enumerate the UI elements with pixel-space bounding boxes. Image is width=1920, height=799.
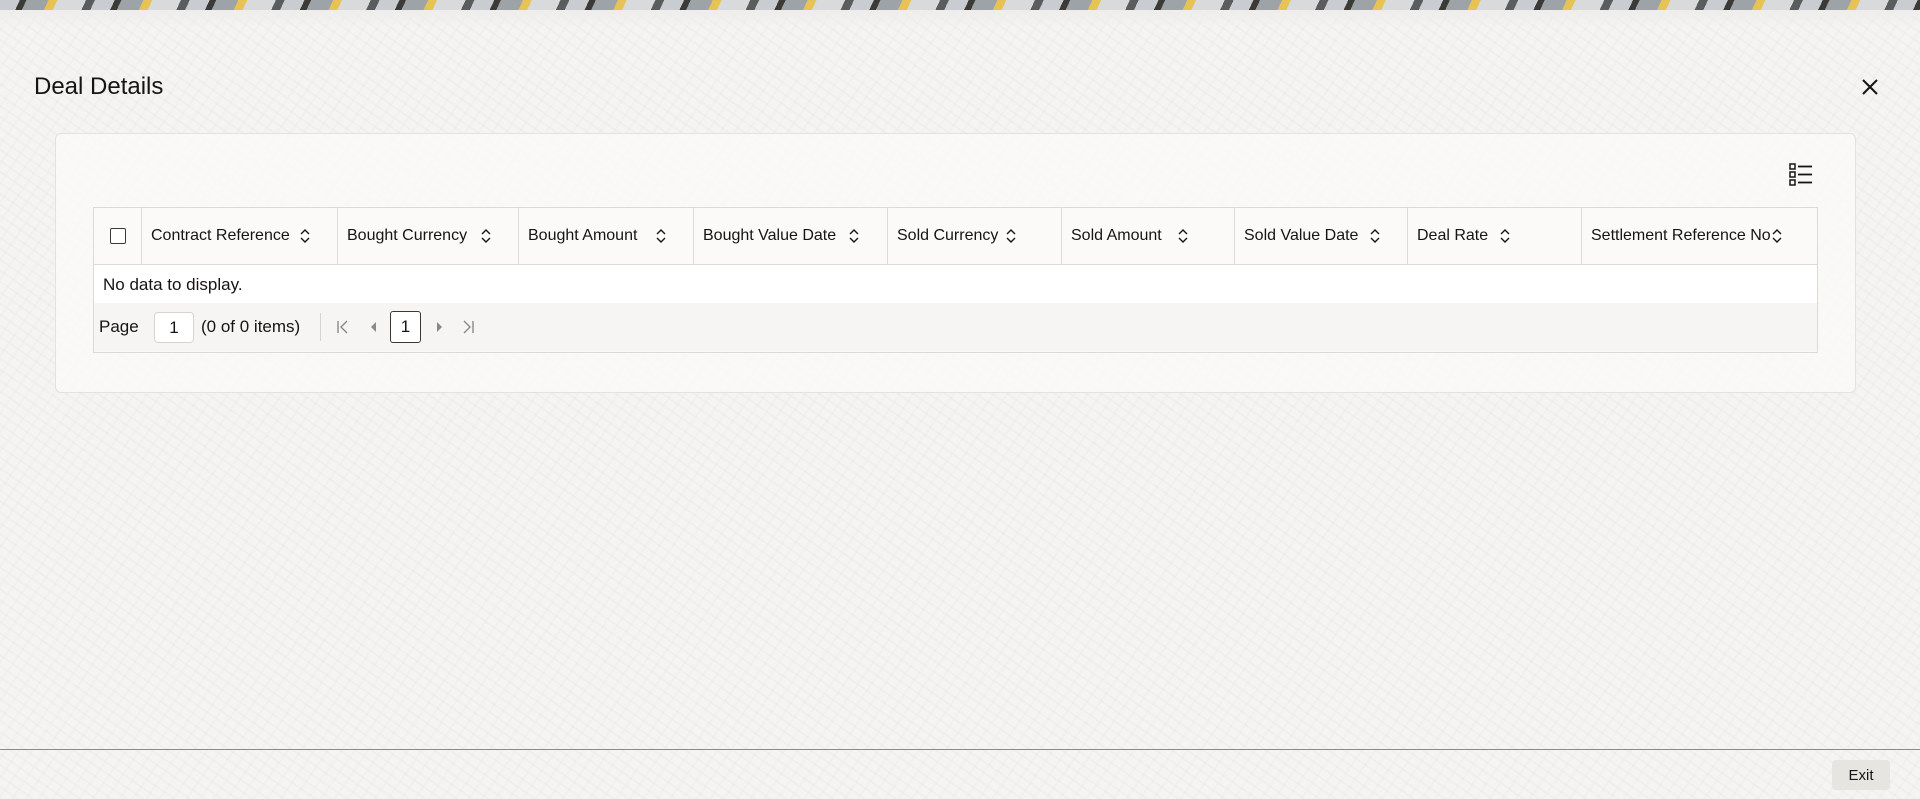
header-banner	[0, 0, 1920, 10]
column-header-sold-amount[interactable]: Sold Amount	[1062, 208, 1235, 264]
sort-icon[interactable]	[298, 227, 312, 245]
dialog-title: Deal Details	[34, 73, 164, 100]
column-label: Sold Amount	[1071, 227, 1162, 244]
pagination-bar: Page (0 of 0 items) 1	[94, 303, 1817, 351]
previous-page-icon[interactable]	[366, 319, 382, 335]
column-label: Bought Value Date	[703, 227, 837, 244]
select-all-checkbox[interactable]	[110, 228, 126, 244]
last-page-icon[interactable]	[460, 319, 476, 335]
page-number-input[interactable]	[154, 312, 194, 343]
column-header-bought-value-date[interactable]: Bought Value Date	[694, 208, 888, 264]
header-banner-fade	[0, 10, 1920, 28]
current-page-button[interactable]: 1	[390, 311, 421, 343]
sort-icon[interactable]	[479, 227, 493, 245]
column-label: Sold Value Date	[1244, 227, 1359, 244]
column-label: Settlement Reference No	[1591, 227, 1771, 244]
column-header-sold-currency[interactable]: Sold Currency	[888, 208, 1062, 264]
sort-icon[interactable]	[1770, 227, 1784, 245]
column-header-contract-reference[interactable]: Contract Reference	[142, 208, 338, 264]
sort-icon[interactable]	[654, 227, 668, 245]
close-icon	[1862, 79, 1878, 95]
select-all-cell	[94, 208, 142, 264]
column-label: Contract Reference	[151, 227, 290, 244]
column-header-bought-currency[interactable]: Bought Currency	[338, 208, 519, 264]
page-label: Page	[99, 317, 139, 336]
first-page-icon[interactable]	[335, 319, 351, 335]
column-header-sold-value-date[interactable]: Sold Value Date	[1235, 208, 1408, 264]
column-label: Sold Currency	[897, 227, 999, 244]
column-header-settlement-reference-no[interactable]: Settlement Reference No	[1582, 208, 1817, 264]
sort-icon[interactable]	[1498, 227, 1512, 245]
empty-message: No data to display.	[103, 275, 243, 294]
column-selector-button[interactable]	[1787, 160, 1815, 188]
pagination-divider	[320, 313, 321, 341]
column-list-icon	[1789, 163, 1812, 186]
sort-icon[interactable]	[1368, 227, 1382, 245]
exit-button[interactable]: Exit	[1832, 760, 1890, 790]
deal-details-table: Contract Reference Bought Currency Bough…	[93, 207, 1818, 353]
sort-icon[interactable]	[847, 227, 861, 245]
column-label: Bought Currency	[347, 227, 468, 244]
footer-divider	[0, 749, 1920, 750]
table-header: Contract Reference Bought Currency Bough…	[94, 208, 1817, 265]
close-button[interactable]	[1855, 72, 1885, 102]
column-label: Bought Amount	[528, 227, 638, 244]
column-label: Deal Rate	[1417, 227, 1489, 244]
empty-row: No data to display.	[94, 265, 1817, 303]
next-page-icon[interactable]	[431, 319, 447, 335]
items-summary: (0 of 0 items)	[201, 317, 301, 336]
sort-icon[interactable]	[1004, 227, 1018, 245]
column-header-deal-rate[interactable]: Deal Rate	[1408, 208, 1582, 264]
sort-icon[interactable]	[1176, 227, 1190, 245]
column-header-bought-amount[interactable]: Bought Amount	[519, 208, 694, 264]
